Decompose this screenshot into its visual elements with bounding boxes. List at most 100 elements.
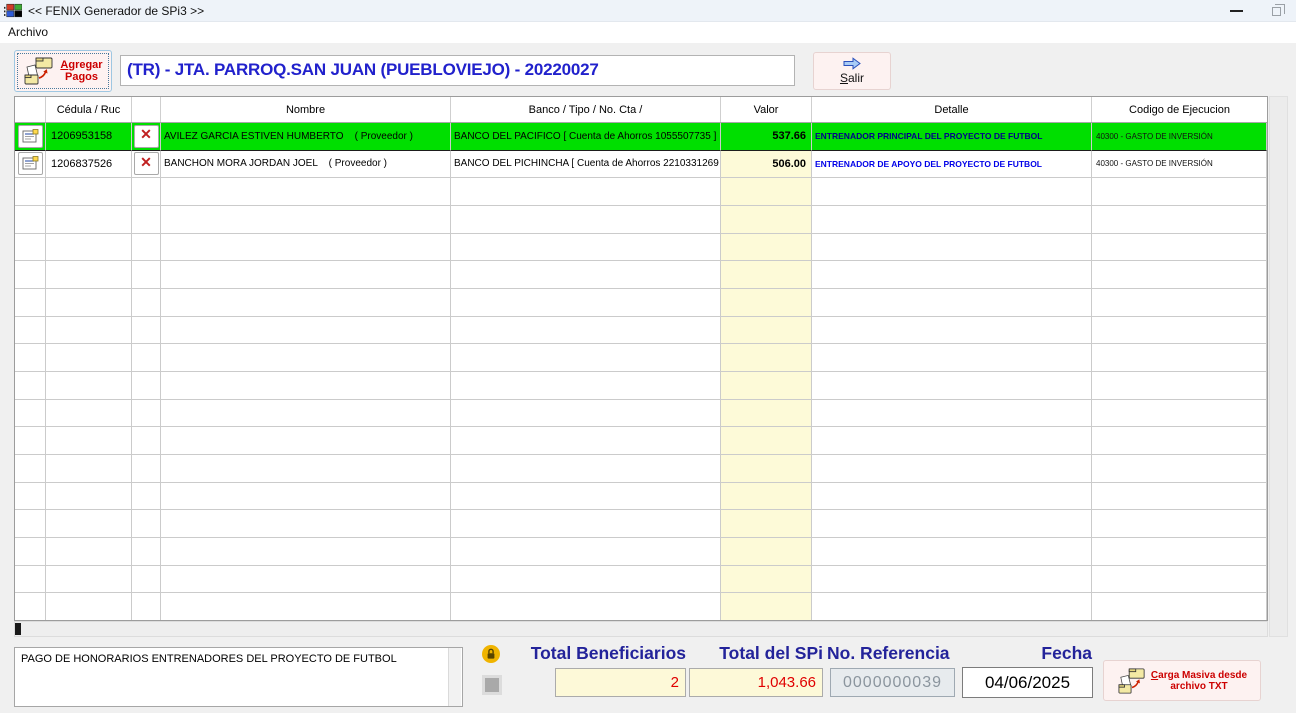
cell-valor: 537.66 — [721, 123, 812, 151]
empty-cell — [451, 178, 721, 206]
empty-cell — [721, 233, 812, 262]
empty-cell — [132, 261, 161, 289]
header-cedula: Cédula / Ruc — [46, 97, 132, 122]
descripcion-scrollbar[interactable] — [448, 648, 461, 706]
table-vertical-scrollbar[interactable] — [1269, 96, 1288, 637]
empty-cell — [161, 593, 451, 620]
edit-row-button[interactable] — [17, 152, 43, 176]
empty-cell — [451, 261, 721, 289]
table-row[interactable]: 1206953158 ✕ AVILEZ GARCIA ESTIVEN HUMBERT… — [15, 123, 1267, 151]
empty-cell — [812, 482, 1092, 511]
delete-row-button[interactable]: ✕ — [133, 124, 159, 148]
empty-cell — [132, 399, 161, 428]
fecha-field[interactable] — [962, 667, 1093, 698]
header-banco: Banco / Tipo / No. Cta / — [451, 97, 721, 122]
empty-cell — [721, 261, 812, 289]
empty-cell — [1092, 178, 1267, 206]
cell-edit — [15, 150, 46, 179]
empty-cell — [721, 371, 812, 400]
empty-cell — [451, 427, 721, 455]
empty-cell — [1092, 537, 1267, 566]
carga-masiva-button[interactable]: Carga Masiva desde archivo TXT — [1103, 660, 1261, 701]
empty-cell — [451, 482, 721, 511]
empty-cell — [132, 565, 161, 594]
empty-cell — [812, 371, 1092, 400]
empty-cell — [15, 593, 46, 620]
table-empty-row — [15, 593, 1267, 620]
empty-cell — [451, 205, 721, 234]
table-empty-row — [15, 565, 1267, 594]
table-empty-row — [15, 205, 1267, 234]
cell-valor: 506.00 — [721, 150, 812, 179]
total-beneficiarios-field[interactable] — [555, 668, 686, 697]
empty-cell — [161, 454, 451, 483]
empty-cell — [15, 482, 46, 511]
header-valor: Valor — [721, 97, 812, 122]
empty-cell — [161, 316, 451, 345]
empty-cell — [1092, 510, 1267, 538]
table-horizontal-scrollbar[interactable] — [14, 621, 1268, 637]
minimize-button[interactable] — [1216, 0, 1256, 22]
delete-row-button[interactable]: ✕ — [133, 152, 159, 176]
empty-cell — [15, 427, 46, 455]
empty-cell — [161, 399, 451, 428]
client-area: Agregar Pagos (TR) - JTA. PARROQ.SAN JUA… — [0, 43, 1296, 713]
exit-arrow-icon — [843, 57, 861, 70]
empty-cell — [15, 233, 46, 262]
cell-edit — [15, 123, 46, 151]
empty-cell — [161, 344, 451, 372]
empty-cell — [46, 427, 132, 455]
descripcion-textarea[interactable]: PAGO DE HONORARIOS ENTRENADORES DEL PROY… — [14, 647, 463, 707]
empty-cell — [812, 205, 1092, 234]
empty-cell — [161, 537, 451, 566]
lock-icon — [482, 645, 500, 663]
empty-cell — [1092, 565, 1267, 594]
table-header: Cédula / Ruc Nombre Banco / Tipo / No. C… — [15, 97, 1267, 123]
empty-cell — [1092, 482, 1267, 511]
folders-arrow-icon — [24, 57, 53, 85]
empty-cell — [451, 233, 721, 262]
empty-cell — [46, 205, 132, 234]
empty-cell — [1092, 261, 1267, 289]
carga-masiva-label: Carga Masiva desde archivo TXT — [1150, 669, 1248, 692]
header-nombre: Nombre — [161, 97, 451, 122]
header-edit-col — [15, 97, 46, 122]
empty-cell — [812, 399, 1092, 428]
empty-cell — [1092, 371, 1267, 400]
table-empty-row — [15, 371, 1267, 400]
restore-button[interactable] — [1256, 0, 1296, 22]
edit-row-button[interactable] — [17, 124, 43, 148]
edit-form-icon — [22, 156, 38, 170]
table-row[interactable]: 1206837526 ✕ BANCHON MORA JORDAN JOEL ( Pr… — [15, 150, 1267, 179]
empty-cell — [161, 510, 451, 538]
salir-button[interactable]: Salir — [813, 52, 891, 90]
empty-cell — [1092, 205, 1267, 234]
window-title: << FENIX Generador de SPi3 >> — [28, 3, 205, 18]
empty-cell — [15, 399, 46, 428]
empty-cell — [812, 454, 1092, 483]
red-x-icon: ✕ — [140, 155, 152, 171]
total-spi-field[interactable] — [689, 668, 823, 697]
table-empty-row — [15, 344, 1267, 372]
hscroll-thumb[interactable] — [15, 623, 21, 635]
empty-cell — [46, 537, 132, 566]
no-referencia-field[interactable] — [830, 668, 955, 697]
empty-cell — [15, 565, 46, 594]
empty-cell — [46, 593, 132, 620]
gray-indicator-square[interactable] — [482, 675, 502, 695]
empty-cell — [1092, 233, 1267, 262]
entity-title-field[interactable]: (TR) - JTA. PARROQ.SAN JUAN (PUEBLOVIEJO… — [120, 55, 795, 86]
empty-cell — [1092, 316, 1267, 345]
empty-cell — [46, 510, 132, 538]
empty-cell — [161, 233, 451, 262]
empty-cell — [132, 371, 161, 400]
empty-cell — [721, 288, 812, 317]
empty-cell — [15, 316, 46, 345]
empty-cell — [132, 537, 161, 566]
agregar-pagos-button[interactable]: Agregar Pagos — [14, 50, 112, 92]
cell-cedula: 1206837526 — [46, 150, 132, 179]
menu-archivo[interactable]: Archivo — [0, 22, 56, 42]
empty-cell — [812, 537, 1092, 566]
empty-cell — [46, 178, 132, 206]
header-delete-col — [132, 97, 161, 122]
